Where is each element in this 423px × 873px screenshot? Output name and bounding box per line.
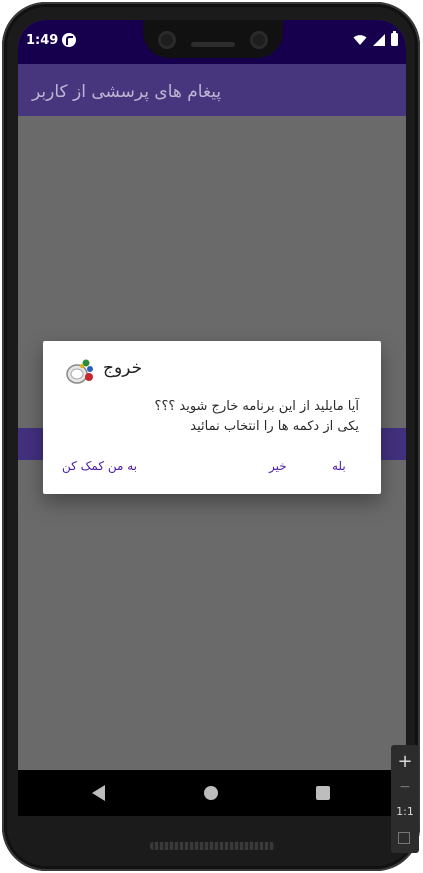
app-title: پیغام های پرسشی از کاربر	[18, 82, 406, 102]
dialog-title: خروج	[103, 358, 143, 378]
recents-icon[interactable]	[316, 786, 330, 800]
app-status-icon	[62, 33, 76, 47]
status-icons	[353, 31, 398, 46]
emulator-zoom-panel: + − 1:1	[391, 745, 419, 853]
bottom-speaker-grille	[150, 842, 275, 850]
fit-screen-icon[interactable]	[398, 832, 410, 844]
front-camera-icon	[158, 31, 176, 49]
no-button[interactable]: خیر	[269, 459, 287, 473]
back-icon[interactable]	[92, 785, 105, 801]
status-time: 1:49	[26, 33, 59, 48]
dialog-message-line: آیا مایلید از این برنامه خارج شوید ؟؟؟	[154, 399, 359, 414]
battery-icon	[391, 31, 398, 46]
zoom-in-button[interactable]: +	[391, 751, 419, 772]
front-sensor-icon	[250, 31, 268, 49]
home-icon[interactable]	[204, 786, 218, 800]
dialog-message: آیا مایلید از این برنامه خارج شوید ؟؟؟ ی…	[59, 397, 359, 437]
app-title-text: پیغام های پرسشی از کاربر	[32, 82, 222, 102]
signal-icon	[373, 33, 385, 46]
dialog-message-line: یکی از دکمه ها را انتخاب نمائید	[190, 419, 359, 434]
earpiece	[191, 42, 235, 47]
zoom-ratio-button[interactable]: 1:1	[391, 805, 419, 818]
help-button[interactable]: به من کمک کن	[62, 459, 137, 473]
camera-notch	[143, 20, 283, 58]
wifi-icon	[353, 34, 367, 45]
yes-button[interactable]: بله	[332, 459, 346, 473]
dialog-app-icon	[66, 359, 93, 384]
zoom-out-button[interactable]: −	[391, 779, 419, 795]
exit-dialog: خروج آیا مایلید از این برنامه خارج شوید …	[43, 341, 381, 494]
navigation-bar	[18, 770, 406, 816]
